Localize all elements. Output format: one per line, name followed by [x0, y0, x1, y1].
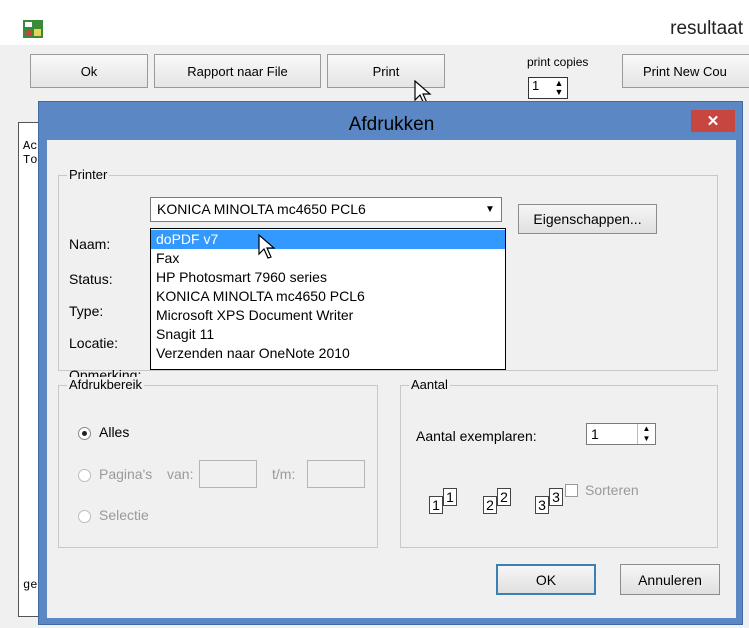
pages-radio[interactable] [78, 469, 91, 482]
page-number: 2 [500, 489, 508, 505]
collate-checkbox[interactable] [565, 484, 578, 497]
printer-option-hp-photosmart[interactable]: HP Photosmart 7960 series [151, 268, 505, 287]
selected-printer-value: KONICA MINOLTA mc4650 PCL6 [157, 201, 366, 217]
selection-label: Selectie [99, 507, 149, 523]
to-page-input[interactable] [307, 460, 365, 488]
printer-option-snagit[interactable]: Snagit 11 [151, 325, 505, 344]
page-number: 2 [486, 497, 494, 513]
pages-label: Pagina's [99, 466, 153, 482]
number-of-copies-label: Aantal exemplaren: [416, 428, 537, 444]
copies-group-label: Aantal [409, 377, 450, 392]
print-copies-spinner[interactable]: 1 ▲ ▼ [528, 77, 568, 99]
dialog-body: Printer Naam: Status: Type: Locatie: Opm… [47, 140, 736, 618]
cancel-button[interactable]: Annuleren [620, 564, 720, 595]
dialog-title: Afdrukken [348, 114, 435, 135]
collate-label: Sorteren [585, 482, 639, 498]
background-window-title: resultaat [670, 18, 743, 39]
printer-option-onenote[interactable]: Verzenden naar OneNote 2010 [151, 344, 505, 363]
chevron-down-icon[interactable]: ▼ [481, 200, 499, 219]
collate-page-icon: 2 [497, 488, 511, 506]
name-label: Naam: [69, 236, 111, 252]
mouse-cursor-icon [258, 234, 276, 259]
copies-value: 1 [591, 426, 599, 442]
printer-name-select[interactable]: KONICA MINOLTA mc4650 PCL6 ▼ [150, 197, 502, 222]
type-label: Type: [69, 303, 104, 319]
print-new-course-button[interactable]: Print New Cou [622, 54, 749, 88]
print-range-label: Afdrukbereik [67, 377, 144, 392]
page-number: 1 [446, 489, 454, 505]
all-label: Alles [99, 424, 130, 440]
printer-option-konica[interactable]: KONICA MINOLTA mc4650 PCL6 [151, 287, 505, 306]
app-icon [23, 20, 43, 38]
selection-radio[interactable] [78, 510, 91, 523]
all-radio[interactable] [78, 427, 91, 440]
collate-page-icon: 2 [483, 496, 497, 514]
close-button[interactable]: ✕ [691, 110, 735, 132]
report-to-file-button[interactable]: Rapport naar File [154, 54, 321, 88]
collate-page-icon: 3 [535, 496, 549, 514]
properties-button[interactable]: Eigenschappen... [518, 204, 657, 234]
copies-input[interactable]: 1 ▲ ▼ [586, 423, 656, 445]
print-copies-value: 1 [532, 78, 540, 93]
background-titlebar [0, 0, 749, 45]
ok-button[interactable]: OK [496, 564, 596, 595]
printer-dropdown-list[interactable]: doPDF v7 Fax HP Photosmart 7960 series K… [150, 228, 506, 370]
spin-arrows-icon[interactable]: ▲ ▼ [553, 79, 565, 97]
to-label: t/m: [272, 466, 296, 482]
printer-option-dopdf[interactable]: doPDF v7 [151, 230, 505, 249]
collate-page-icon: 1 [429, 496, 443, 514]
print-dialog: Afdrukken ✕ Printer Naam: Status: Type: … [38, 101, 743, 625]
from-page-input[interactable] [199, 460, 257, 488]
page-number: 3 [538, 497, 546, 513]
copies-group: Aantal [400, 377, 718, 548]
ok-button-background[interactable]: Ok [30, 54, 148, 88]
page-number: 3 [552, 489, 560, 505]
printer-option-fax[interactable]: Fax [151, 249, 505, 268]
copies-spin-arrows-icon[interactable]: ▲ ▼ [637, 424, 655, 444]
page-number: 1 [432, 497, 440, 513]
printer-option-xps[interactable]: Microsoft XPS Document Writer [151, 306, 505, 325]
location-label: Locatie: [69, 335, 119, 351]
status-label: Status: [69, 271, 113, 287]
from-label: van: [167, 466, 194, 482]
printer-group-label: Printer [67, 167, 110, 182]
collate-page-icon: 1 [443, 488, 457, 506]
collate-page-icon: 3 [549, 488, 563, 506]
print-copies-label: print copies [527, 55, 589, 69]
